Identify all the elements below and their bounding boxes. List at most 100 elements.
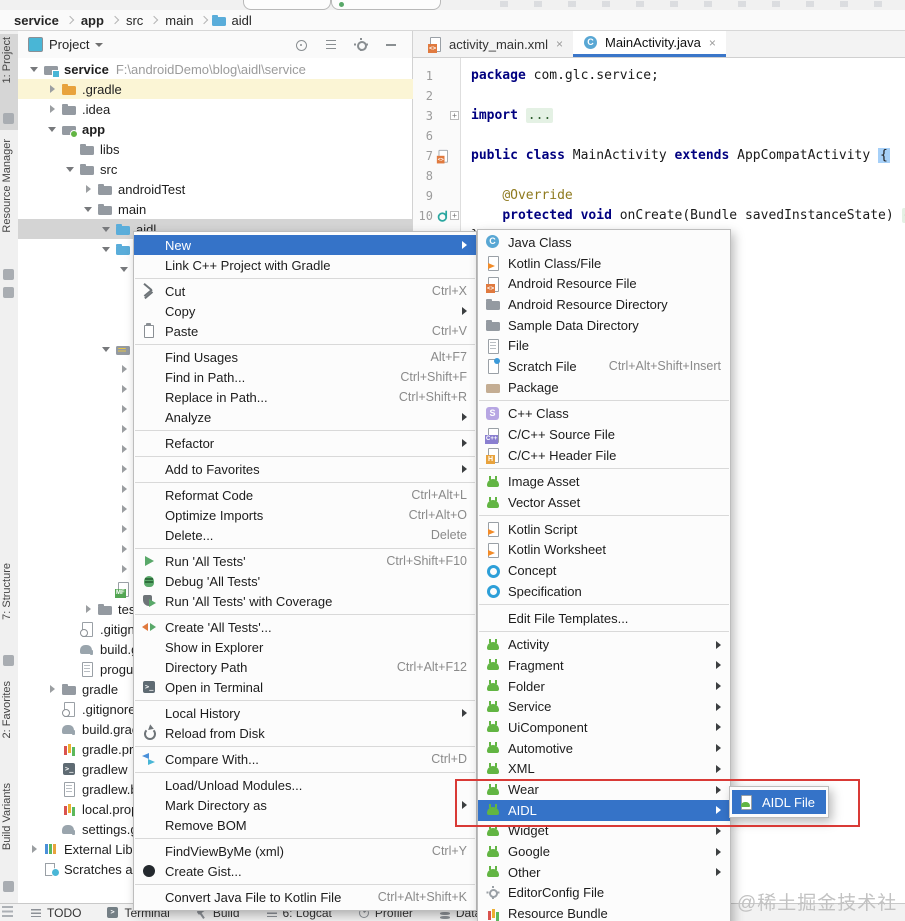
new-item-xml[interactable]: XML (478, 759, 730, 780)
new-item-concept[interactable]: Concept (478, 560, 730, 581)
new-item-edit-file-templates[interactable]: Edit File Templates... (478, 608, 730, 629)
toolwindow-favorites-button[interactable]: 2: Favorites (1, 681, 13, 738)
menu-item-add-to-favorites[interactable]: Add to Favorites (134, 459, 476, 479)
new-item-other[interactable]: Other (478, 862, 730, 883)
tree-closed-arrow-icon[interactable] (120, 484, 129, 494)
toolwindow-project-button[interactable]: 1: Project (1, 37, 13, 83)
tree-open-arrow-icon[interactable] (48, 125, 57, 134)
menu-item-show-in-explorer[interactable]: Show in Explorer (134, 637, 476, 657)
tab-activity-main-xml[interactable]: activity_main.xml × (417, 31, 573, 57)
tree-closed-arrow-icon[interactable] (120, 564, 129, 574)
tree-open-arrow-icon[interactable] (102, 225, 111, 234)
toolwindow-build-variants-button[interactable]: Build Variants (1, 783, 13, 850)
tree-closed-arrow-icon[interactable] (48, 104, 57, 114)
menu-item-create-gist[interactable]: Create Gist... (134, 861, 476, 881)
new-item-c-c-source-file[interactable]: C/C++ Source File (478, 424, 730, 445)
fold-toggle-icon[interactable]: + (450, 211, 459, 220)
tree-closed-arrow-icon[interactable] (120, 464, 129, 474)
folded-region[interactable]: {...} (901, 208, 905, 223)
menu-item-delete[interactable]: Delete... Delete (134, 525, 476, 545)
project-panel-title[interactable]: Project (49, 37, 89, 52)
menu-item-optimize-imports[interactable]: Optimize Imports Ctrl+Alt+O (134, 505, 476, 525)
tree-open-arrow-icon[interactable] (84, 205, 93, 214)
new-item-c-class[interactable]: C++ Class (478, 404, 730, 425)
toolwindow-structure-button[interactable]: 7: Structure (1, 563, 13, 620)
menu-item-open-in-terminal[interactable]: Open in Terminal (134, 677, 476, 697)
new-item-google[interactable]: Google (478, 841, 730, 862)
menu-item-debug-all-tests[interactable]: Debug 'All Tests' (134, 571, 476, 591)
toolbar-run-config-button[interactable] (331, 0, 441, 10)
menu-item-find-usages[interactable]: Find Usages Alt+F7 (134, 347, 476, 367)
menu-item-link-c-project-with-gradle[interactable]: Link C++ Project with Gradle (134, 255, 476, 275)
toolbar-partial-button[interactable] (243, 0, 331, 10)
new-item-folder[interactable]: Folder (478, 676, 730, 697)
tree-row-idea[interactable]: .idea (18, 99, 413, 119)
breadcrumb-item-app[interactable]: app (81, 13, 104, 28)
tree-row-main[interactable]: main (18, 199, 413, 219)
new-item-fragment[interactable]: Fragment (478, 655, 730, 676)
new-item-kotlin-worksheet[interactable]: Kotlin Worksheet (478, 540, 730, 561)
tree-closed-arrow-icon[interactable] (120, 384, 129, 394)
menu-item-local-history[interactable]: Local History (134, 703, 476, 723)
toolwindow-resource-manager-button[interactable]: Resource Manager (1, 139, 13, 233)
new-item-android-resource-directory[interactable]: Android Resource Directory (478, 294, 730, 315)
menu-item-analyze[interactable]: Analyze (134, 407, 476, 427)
new-item-activity[interactable]: Activity (478, 634, 730, 655)
new-item-automotive[interactable]: Automotive (478, 738, 730, 759)
tree-closed-arrow-icon[interactable] (120, 364, 129, 374)
tree-row-androidtest[interactable]: androidTest (18, 179, 413, 199)
new-item-scratch-file[interactable]: Scratch File Ctrl+Alt+Shift+Insert (478, 356, 730, 377)
menu-item-reformat-code[interactable]: Reformat Code Ctrl+Alt+L (134, 485, 476, 505)
breadcrumb-item-service[interactable]: service (14, 13, 59, 28)
new-item-uicomponent[interactable]: UiComponent (478, 717, 730, 738)
tree-closed-arrow-icon[interactable] (48, 684, 57, 694)
menu-item-paste[interactable]: Paste Ctrl+V (134, 321, 476, 341)
tree-closed-arrow-icon[interactable] (120, 404, 129, 414)
tree-open-arrow-icon[interactable] (102, 345, 111, 354)
new-item-resource-bundle[interactable]: Resource Bundle (478, 903, 730, 921)
new-item-package[interactable]: Package (478, 377, 730, 398)
new-item-specification[interactable]: Specification (478, 581, 730, 602)
tree-row-src[interactable]: src (18, 159, 413, 179)
close-icon[interactable]: × (709, 36, 716, 50)
menu-item-run-all-tests-with-coverage[interactable]: Run 'All Tests' with Coverage (134, 591, 476, 611)
menu-item-reload-from-disk[interactable]: Reload from Disk (134, 723, 476, 743)
new-item-kotlin-class-file[interactable]: Kotlin Class/File (478, 253, 730, 274)
fold-toggle-icon[interactable]: + (450, 111, 459, 120)
locate-file-icon[interactable] (294, 38, 308, 52)
tree-closed-arrow-icon[interactable] (84, 604, 93, 614)
new-item-sample-data-directory[interactable]: Sample Data Directory (478, 315, 730, 336)
menu-item-remove-bom[interactable]: Remove BOM (134, 815, 476, 835)
menu-item-cut[interactable]: Cut Ctrl+X (134, 281, 476, 301)
breadcrumb-item-src[interactable]: src (126, 13, 143, 28)
tree-closed-arrow-icon[interactable] (120, 504, 129, 514)
tree-open-arrow-icon[interactable] (30, 65, 39, 74)
menu-item-findviewbyme-xml[interactable]: FindViewByMe (xml) Ctrl+Y (134, 841, 476, 861)
tab-mainactivity-java[interactable]: MainActivity.java × (572, 31, 726, 57)
new-item-java-class[interactable]: Java Class (478, 232, 730, 253)
window-layout-icon[interactable] (2, 906, 13, 917)
tree-row-gradle[interactable]: .gradle (18, 79, 413, 99)
status-item-todo[interactable]: TODO (30, 906, 81, 920)
new-item-android-resource-file[interactable]: Android Resource File (478, 273, 730, 294)
breadcrumb-item-main[interactable]: main (165, 13, 193, 28)
new-item-editorconfig-file[interactable]: EditorConfig File (478, 883, 730, 904)
tree-closed-arrow-icon[interactable] (120, 544, 129, 554)
menu-item-copy[interactable]: Copy (134, 301, 476, 321)
override-icon[interactable] (436, 209, 450, 223)
menu-item-create-all-tests[interactable]: Create 'All Tests'... (134, 617, 476, 637)
new-item-image-asset[interactable]: Image Asset (478, 472, 730, 493)
collapse-all-icon[interactable] (324, 38, 338, 52)
new-item-file[interactable]: File (478, 335, 730, 356)
menu-item-load-unload-modules[interactable]: Load/Unload Modules... (134, 775, 476, 795)
tree-closed-arrow-icon[interactable] (30, 844, 39, 854)
close-icon[interactable]: × (556, 37, 563, 51)
tree-closed-arrow-icon[interactable] (48, 84, 57, 94)
menu-item-run-all-tests[interactable]: Run 'All Tests' Ctrl+Shift+F10 (134, 551, 476, 571)
menu-item-new[interactable]: New (134, 235, 476, 255)
menu-item-compare-with[interactable]: Compare With... Ctrl+D (134, 749, 476, 769)
new-item-c-c-header-file[interactable]: C/C++ Header File (478, 445, 730, 466)
menu-item-replace-in-path[interactable]: Replace in Path... Ctrl+Shift+R (134, 387, 476, 407)
chevron-down-icon[interactable] (95, 42, 104, 47)
tree-open-arrow-icon[interactable] (120, 265, 129, 274)
